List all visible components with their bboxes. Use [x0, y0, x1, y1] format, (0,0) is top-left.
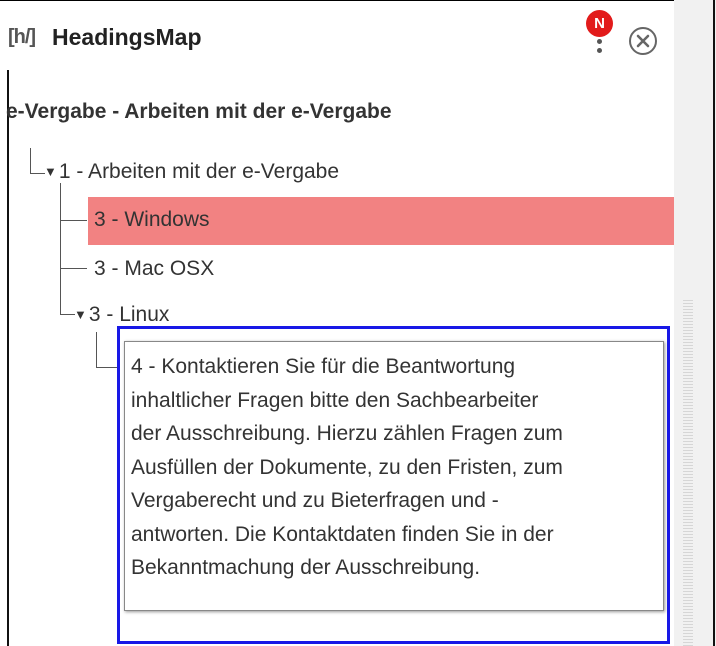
- panel-left-border: [7, 70, 9, 646]
- vertical-dots-icon-dot: [597, 48, 602, 53]
- panel-right-border: [713, 0, 715, 646]
- expand-arrow-icon[interactable]: ▼: [74, 307, 87, 322]
- tree-connector: [60, 268, 75, 315]
- document-title: e-Vergabe - Arbeiten mit der e-Vergabe: [6, 100, 392, 123]
- scrollbar[interactable]: [683, 300, 693, 646]
- heading-item-linux[interactable]: ▼3 - Linux: [74, 303, 169, 327]
- expand-arrow-icon[interactable]: ▼: [44, 164, 57, 179]
- heading-item-level-1[interactable]: ▼1 - Arbeiten mit der e-Vergabe: [44, 160, 339, 184]
- focus-outline: [117, 326, 670, 644]
- tree-connector: [60, 220, 87, 269]
- tree-connector: [96, 332, 119, 368]
- notification-badge: N: [586, 10, 613, 37]
- headingsmap-logo: [h/]: [8, 26, 36, 48]
- panel-title: HeadingsMap: [52, 24, 202, 50]
- vertical-dots-icon: [597, 39, 602, 44]
- heading-item-windows[interactable]: 3 - Windows: [94, 208, 210, 232]
- heading-item-mac-osx[interactable]: 3 - Mac OSX: [94, 257, 214, 281]
- scrollbar-gutter: [674, 0, 716, 646]
- tree-connector: [30, 148, 45, 174]
- menu-button[interactable]: N: [582, 10, 618, 60]
- tree-connector: [60, 183, 87, 221]
- close-circle-icon: [629, 27, 657, 55]
- close-button[interactable]: [628, 26, 658, 56]
